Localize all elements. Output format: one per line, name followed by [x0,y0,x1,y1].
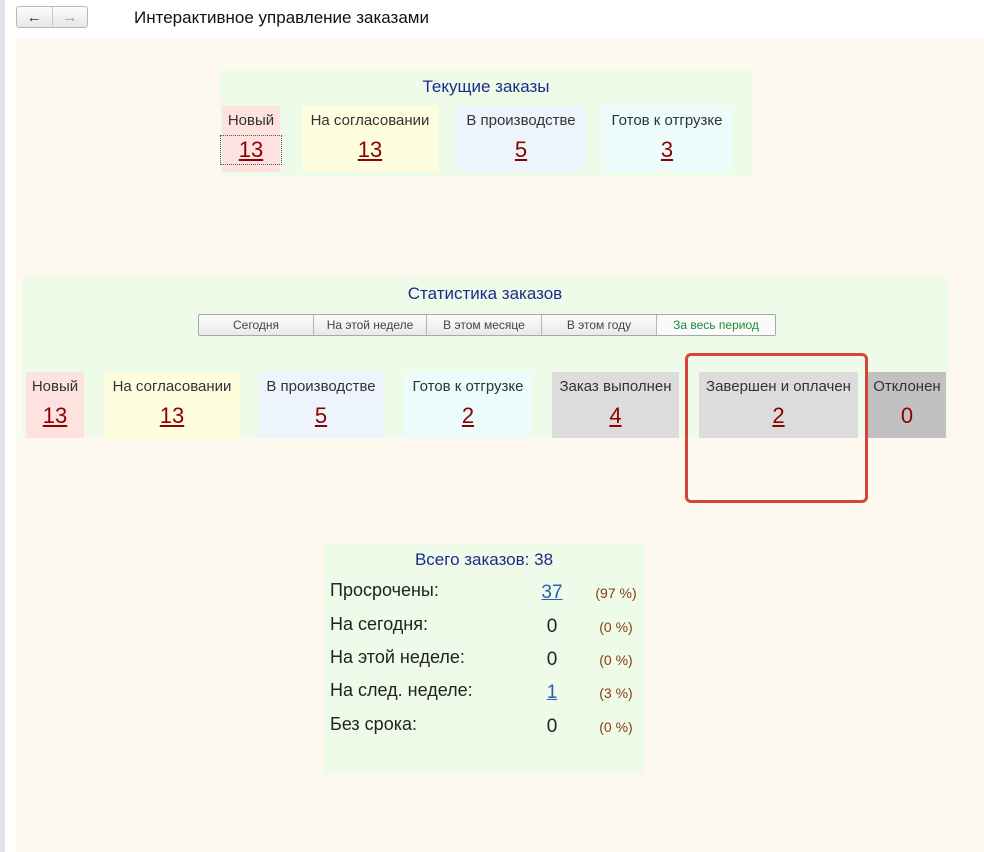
current-tile-production: В производстве 5 [456,106,586,172]
row-count: 0 [546,616,558,637]
window-title: Интерактивное управление заказами [134,8,429,27]
tile-label: Готов к отгрузке [412,378,524,395]
row-percent: (0 %) [599,619,633,635]
tile-label: В производстве [266,378,376,395]
row-label: Без срока: [330,714,417,734]
summary-row-overdue: Просрочены: 37 (97 %) [330,580,640,604]
stat-tile-completed: Заказ выполнен 4 [552,372,679,438]
period-week-button[interactable]: На этой неделе [313,315,426,335]
row-count: 0 [546,716,558,737]
forward-arrow-icon[interactable]: → [51,7,88,27]
summary-row-no-deadline: Без срока: 0 (0 %) [330,714,640,738]
current-orders-title: Текущие заказы [422,77,550,96]
back-arrow-icon[interactable]: ← [17,7,52,27]
summary-row-this-week: На этой неделе: 0 (0 %) [330,647,640,671]
tile-value-link[interactable]: 13 [26,403,84,429]
row-label: Просрочены: [330,580,439,600]
row-percent: (97 %) [595,585,637,601]
left-edge [0,0,5,852]
summary-title: Всего заказов: 38 [414,550,554,569]
current-orders-panel: Текущие заказы Новый 13 На согласовании … [220,70,752,176]
summary-panel: Всего заказов: 38 Просрочены: 37 (97 %) … [324,544,644,774]
current-tile-ready: Готов к отгрузке 3 [602,106,732,172]
current-tile-new: Новый 13 [220,106,282,172]
current-tile-approval: На согласовании 13 [302,106,438,172]
tile-value-link[interactable]: 5 [456,137,586,163]
row-count-link[interactable]: 1 [526,682,578,704]
tile-label: На согласовании [310,112,430,129]
stat-tile-new: Новый 13 [26,372,84,438]
period-month-button[interactable]: В этом месяце [426,315,541,335]
row-label: На след. неделе: [330,680,473,700]
tile-value: 0 [900,403,914,428]
tile-label: Заказ выполнен [559,378,672,395]
tile-label: В производстве [466,112,576,129]
stat-tile-rejected: Отклонен 0 [868,372,946,438]
navigation-buttons: ← → [16,6,88,28]
tile-value-link[interactable]: 13 [104,403,240,429]
tile-value-link[interactable]: 13 [220,135,282,165]
tile-value-link[interactable]: 4 [552,403,679,429]
tile-label: Новый [31,378,79,395]
summary-row-today: На сегодня: 0 (0 %) [330,614,640,638]
period-selector: Сегодня На этой неделе В этом месяце В э… [198,314,776,336]
stat-tile-approval: На согласовании 13 [104,372,240,438]
tile-label: Отклонен [873,378,941,395]
summary-row-next-week: На след. неделе: 1 (3 %) [330,680,640,704]
row-percent: (3 %) [599,685,633,701]
row-count-link[interactable]: 37 [526,582,578,604]
statistics-title: Статистика заказов [407,284,563,303]
period-all-button[interactable]: За весь период [656,315,775,335]
row-percent: (0 %) [599,652,633,668]
period-today-button[interactable]: Сегодня [199,315,313,335]
tile-label: Готов к отгрузке [611,112,723,129]
period-year-button[interactable]: В этом году [541,315,656,335]
stat-tile-production: В производстве 5 [258,372,384,438]
row-percent: (0 %) [599,719,633,735]
row-count: 0 [546,649,558,670]
highlight-box [685,353,868,503]
tile-value-link[interactable]: 13 [302,137,438,163]
tile-value-link[interactable]: 2 [404,403,532,429]
row-label: На сегодня: [330,614,428,634]
row-label: На этой неделе: [330,647,465,667]
stat-tile-ready: Готов к отгрузке 2 [404,372,532,438]
tile-value-link[interactable]: 3 [602,137,732,163]
tile-label: Новый [227,112,275,129]
tile-label: На согласовании [112,378,232,395]
tile-value-link[interactable]: 5 [258,403,384,429]
